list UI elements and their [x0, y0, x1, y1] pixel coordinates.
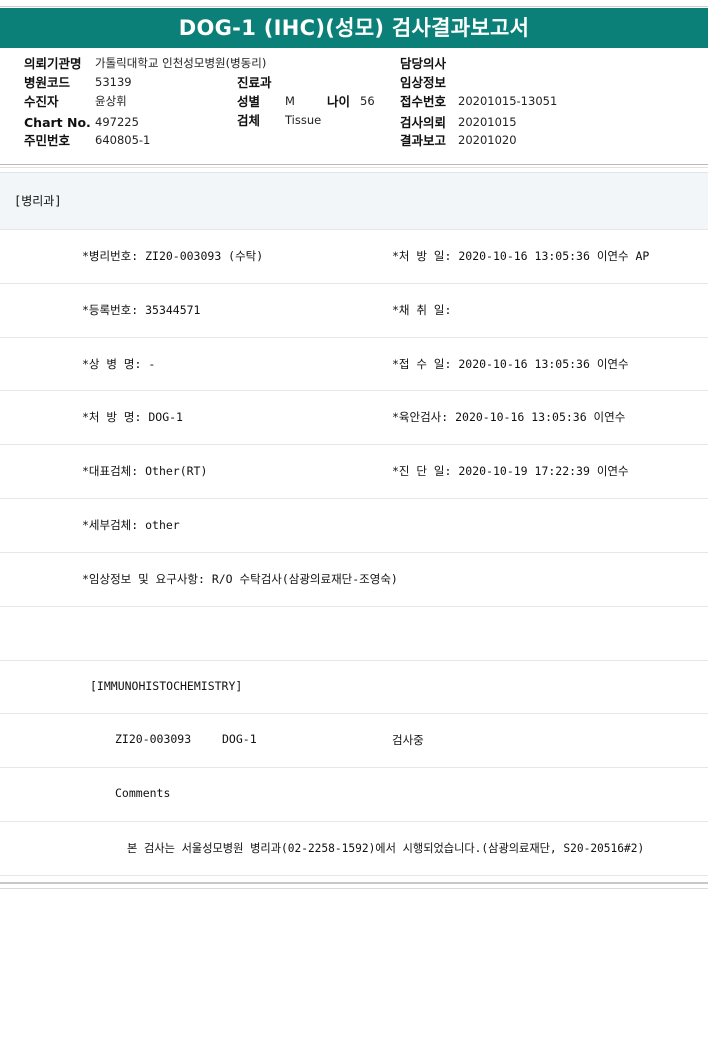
clinical-request: *임상정보 및 요구사항: R/O 수탁검사(삼광의료재단-조영숙) — [82, 572, 398, 586]
collection-date: *채 취 일: — [392, 303, 452, 317]
bottom-border-2 — [0, 888, 708, 889]
patient-label: 수진자 — [24, 94, 59, 109]
row-divider — [0, 444, 708, 445]
header-info: 의뢰기관명 가톨릭대학교 인천성모병원(병동리) 담당의사 병원코드 53139… — [0, 52, 708, 162]
ssn-label: 주민번호 — [24, 133, 71, 148]
ssn-value: 640805-1 — [95, 133, 151, 147]
age-label: 나이 — [327, 94, 351, 109]
specimen-value: Tissue — [285, 113, 322, 127]
header-divider — [0, 164, 708, 165]
row-divider — [0, 606, 708, 607]
row-divider — [0, 498, 708, 499]
row-divider — [0, 229, 708, 230]
comments-label: Comments — [115, 786, 171, 800]
specimen-label: 검체 — [237, 113, 261, 128]
pathology-number: *병리번호: ZI20-003093 (수탁) — [82, 249, 264, 263]
department-bar: [병리과] — [0, 172, 708, 230]
patient-value: 윤상휘 — [95, 94, 127, 108]
row-divider — [0, 660, 708, 661]
result-status: 검사중 — [392, 733, 424, 747]
department-label: 진료과 — [237, 75, 272, 90]
report-date-value: 20201020 — [458, 133, 517, 147]
header-divider-2 — [0, 167, 708, 168]
row-divider — [0, 767, 708, 768]
top-border — [0, 6, 708, 7]
receipt-number-value: 20201015-13051 — [458, 94, 558, 108]
row-divider — [0, 875, 708, 876]
sex-value: M — [285, 94, 295, 108]
registration-number: *등록번호: 35344571 — [82, 303, 201, 317]
request-date-label: 검사의뢰 — [400, 115, 447, 130]
receipt-number-label: 접수번호 — [400, 94, 447, 109]
prescription-name: *처 방 명: DOG-1 — [82, 410, 183, 424]
hospital-code-value: 53139 — [95, 75, 132, 89]
request-date-value: 20201015 — [458, 115, 517, 129]
diagnosis-date: *진 단 일: 2020-10-19 17:22:39 이연수 — [392, 464, 629, 478]
bottom-border — [0, 882, 708, 884]
doctor-label: 담당의사 — [400, 56, 447, 71]
receipt-date: *접 수 일: 2020-10-16 13:05:36 이연수 — [392, 357, 629, 371]
institution-label: 의뢰기관명 — [24, 56, 82, 71]
institution-value: 가톨릭대학교 인천성모병원(병동리) — [95, 56, 267, 70]
row-divider — [0, 283, 708, 284]
chart-no-value: 497225 — [95, 115, 139, 129]
representative-specimen: *대표검체: Other(RT) — [82, 464, 208, 478]
report-body: [병리과] *병리번호: ZI20-003093 (수탁) *처 방 일: 20… — [0, 172, 708, 882]
row-divider — [0, 552, 708, 553]
clinical-info-label: 임상정보 — [400, 75, 447, 90]
result-test: DOG-1 — [222, 732, 257, 746]
report-date-label: 결과보고 — [400, 133, 447, 148]
gross-exam-date: *육안검사: 2020-10-16 13:05:36 이연수 — [392, 410, 626, 424]
department-name: [병리과] — [14, 194, 62, 208]
chart-no-label: Chart No. — [24, 115, 91, 130]
row-divider — [0, 713, 708, 714]
hospital-code-label: 병원코드 — [24, 75, 71, 90]
report-title: DOG-1 (IHC)(성모) 검사결과보고서 — [0, 8, 708, 48]
section-title: [IMMUNOHISTOCHEMISTRY] — [90, 679, 243, 693]
row-divider — [0, 337, 708, 338]
diagnosis-name: *상 병 명: - — [82, 357, 156, 371]
row-divider — [0, 821, 708, 822]
footnote: 본 검사는 서울성모병원 병리과(02-2258-1592)에서 시행되었습니다… — [127, 842, 645, 855]
detail-specimen: *세부검체: other — [82, 518, 180, 532]
age-value: 56 — [360, 94, 375, 108]
row-divider — [0, 390, 708, 391]
prescription-date: *처 방 일: 2020-10-16 13:05:36 이연수 AP — [392, 249, 650, 263]
result-id: ZI20-003093 — [115, 732, 192, 746]
sex-label: 성별 — [237, 94, 261, 109]
